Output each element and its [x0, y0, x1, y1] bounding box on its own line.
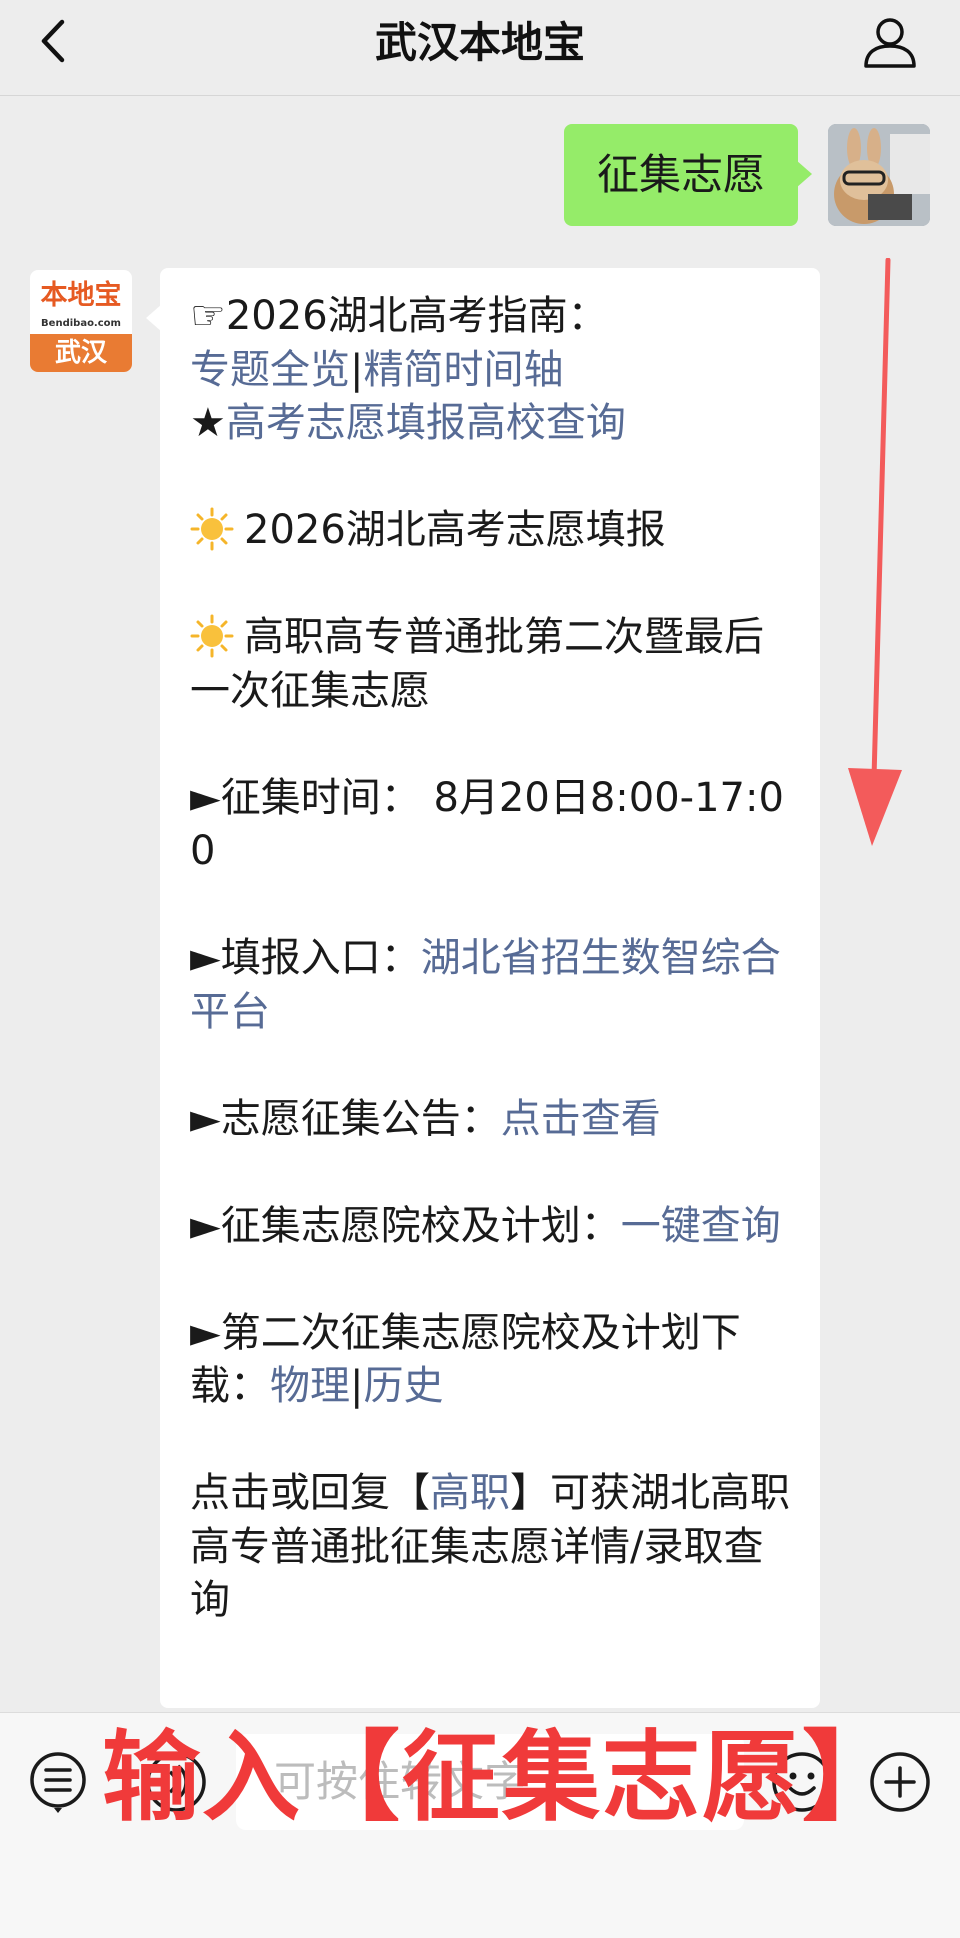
sun-icon: [190, 507, 234, 551]
logo-subtext: Bendibao.com: [41, 318, 121, 329]
collect-time: ►征集时间： 8月20日8:00-17:00: [190, 774, 784, 875]
emoji-icon[interactable]: [770, 1750, 834, 1814]
page-title: 武汉本地宝: [374, 18, 585, 67]
message-input[interactable]: 可按住转文字: [236, 1734, 744, 1830]
entry-label: ►填报入口：: [190, 935, 421, 981]
sun-icon: [190, 614, 234, 658]
notice-label: ►志愿征集公告：: [190, 1095, 501, 1142]
guide-prefix: ☞2026湖北高考指南：: [190, 293, 608, 339]
batch-title: 高职高专普通批第二次暨最后一次征集志愿: [190, 614, 764, 714]
menu-list-icon[interactable]: [26, 1750, 90, 1814]
bot-message-bubble: ☞2026湖北高考指南： 专题全览|精简时间轴 ★高考志愿填报高校查询 2026…: [146, 268, 820, 1708]
rabbit-avatar-icon: [828, 124, 930, 226]
plus-circle-icon[interactable]: [868, 1750, 932, 1814]
link-overview[interactable]: 专题全览: [190, 347, 350, 393]
plan-label: ►征集志愿院校及计划：: [190, 1202, 621, 1249]
bendibao-avatar[interactable]: 本地宝 Bendibao.com 武汉: [30, 270, 132, 372]
separator: |: [350, 1363, 364, 1409]
star-icon: ★: [190, 400, 226, 446]
nav-header: 武汉本地宝: [0, 0, 960, 96]
user-message-bubble[interactable]: 征集志愿: [564, 124, 812, 226]
link-plan-query[interactable]: 一键查询: [621, 1203, 781, 1249]
separator: |: [350, 346, 364, 393]
arrow-down-icon: [848, 258, 902, 846]
voice-icon[interactable]: [144, 1750, 208, 1814]
link-notice[interactable]: 点击查看: [501, 1096, 661, 1142]
fill-title: 2026湖北高考志愿填报: [244, 507, 666, 553]
link-gaozhi[interactable]: 高职: [430, 1470, 510, 1516]
logo-city: 武汉: [30, 334, 132, 372]
bot-message-text: ☞2026湖北高考指南： 专题全览|精简时间轴 ★高考志愿填报高校查询 2026…: [190, 290, 800, 1628]
person-icon[interactable]: [860, 14, 920, 72]
link-history[interactable]: 历史: [363, 1363, 443, 1409]
user-avatar[interactable]: [828, 124, 930, 226]
tip-prefix: 点击或回复【: [190, 1470, 430, 1516]
link-college-query[interactable]: 高考志愿填报高校查询: [226, 400, 626, 446]
link-physics[interactable]: 物理: [270, 1363, 350, 1409]
link-timeline[interactable]: 精简时间轴: [363, 347, 563, 393]
